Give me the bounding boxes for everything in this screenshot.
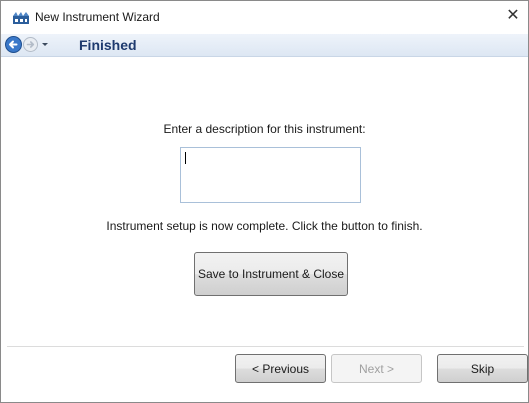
skip-button[interactable]: Skip [437,354,528,383]
description-label: Enter a description for this instrument: [163,122,366,136]
description-input[interactable] [180,147,361,203]
footer-separator [7,346,524,347]
previous-button[interactable]: < Previous [235,354,326,383]
text-caret [185,152,186,164]
navigation-bar: Finished [1,34,528,57]
window-title: New Instrument Wizard [35,10,160,24]
completion-message: Instrument setup is now complete. Click … [106,219,423,233]
instrument-icon [13,12,29,24]
step-title: Finished [79,37,137,53]
history-dropdown-icon[interactable] [41,39,49,49]
back-arrow-icon[interactable] [5,36,22,53]
next-button[interactable]: Next > [331,354,422,383]
close-button[interactable]: ✕ [502,5,524,27]
wizard-window: New Instrument Wizard ✕ Finished Enter a… [0,0,529,403]
forward-arrow-icon[interactable] [23,37,38,52]
save-and-close-button[interactable]: Save to Instrument & Close [194,252,348,296]
title-bar: New Instrument Wizard ✕ [1,1,528,34]
close-icon: ✕ [506,7,520,24]
